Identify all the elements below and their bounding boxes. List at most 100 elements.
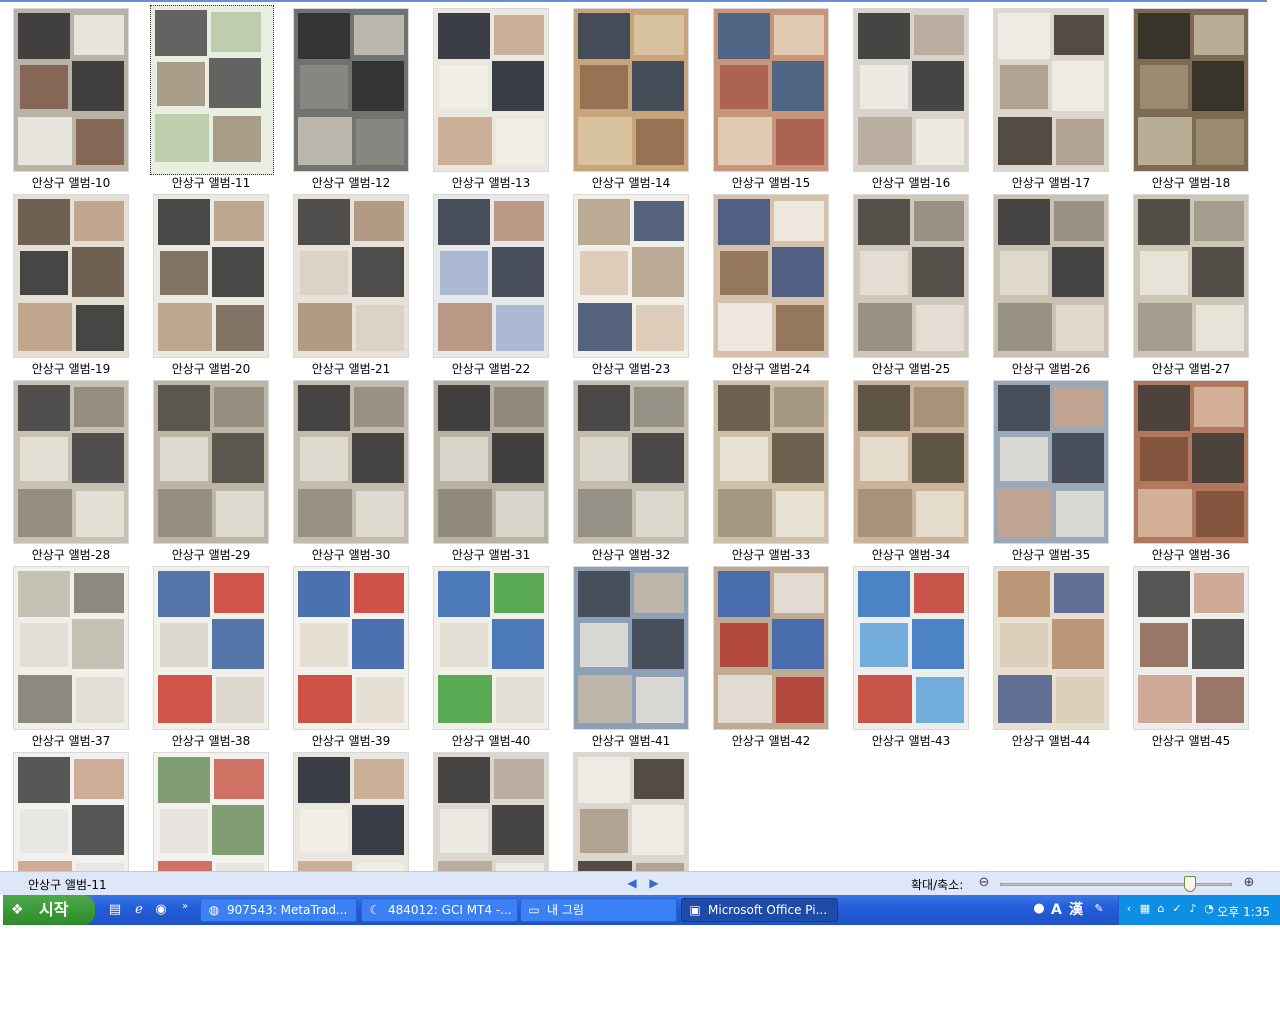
next-arrow-icon[interactable]: ▶: [647, 876, 661, 890]
thumbnail-item[interactable]: 안상구 앨범-24: [701, 190, 841, 376]
zoom-in-icon[interactable]: ⊕: [1241, 875, 1257, 891]
tray-utility-icon[interactable]: ✓: [1171, 903, 1183, 915]
thumbnail-image[interactable]: [293, 194, 409, 358]
thumbnail-image[interactable]: [13, 8, 129, 172]
thumbnail-item[interactable]: [141, 748, 281, 871]
thumbnail-item[interactable]: 안상구 앨범-13: [421, 4, 561, 190]
explorer-icon[interactable]: ▤: [107, 902, 123, 918]
thumbnail-image[interactable]: [293, 380, 409, 544]
thumbnail-image[interactable]: [1133, 566, 1249, 730]
thumbnail-image[interactable]: [433, 194, 549, 358]
thumbnail-image[interactable]: [293, 752, 409, 871]
zoom-slider[interactable]: [1000, 883, 1232, 886]
thumbnail-image[interactable]: [853, 380, 969, 544]
thumbnail-image[interactable]: [713, 8, 829, 172]
thumbnail-item[interactable]: 안상구 앨범-42: [701, 562, 841, 748]
thumbnail-item[interactable]: 안상구 앨범-20: [141, 190, 281, 376]
thumbnail-item[interactable]: 안상구 앨범-18: [1121, 4, 1261, 190]
thumbnail-image[interactable]: [293, 566, 409, 730]
thumbnail-image[interactable]: [433, 752, 549, 871]
internet-explorer-icon[interactable]: ℯ: [131, 902, 147, 918]
thumbnail-item[interactable]: 안상구 앨범-39: [281, 562, 421, 748]
thumbnail-image[interactable]: [853, 8, 969, 172]
thumbnail-item[interactable]: 안상구 앨범-43: [841, 562, 981, 748]
thumbnail-item[interactable]: 안상구 앨범-14: [561, 4, 701, 190]
thumbnail-image[interactable]: [153, 566, 269, 730]
ime-mode-a[interactable]: A: [1051, 901, 1062, 919]
thumbnail-image[interactable]: [993, 194, 1109, 358]
thumbnail-item[interactable]: 안상구 앨범-40: [421, 562, 561, 748]
network-icon[interactable]: ⌂: [1155, 903, 1167, 915]
thumbnail-item[interactable]: 안상구 앨범-21: [281, 190, 421, 376]
thumbnail-image[interactable]: [433, 8, 549, 172]
thumbnail-image[interactable]: [433, 566, 549, 730]
tray-status-icon[interactable]: ◔: [1203, 903, 1215, 915]
ime-language-icon[interactable]: ●: [1033, 902, 1045, 915]
thumbnail-item[interactable]: 안상구 앨범-45: [1121, 562, 1261, 748]
thumbnail-item[interactable]: 안상구 앨범-37: [1, 562, 141, 748]
thumbnail-image[interactable]: [153, 380, 269, 544]
thumbnail-image[interactable]: [853, 566, 969, 730]
thumbnail-image[interactable]: [153, 752, 269, 871]
thumbnail-item[interactable]: 안상구 앨범-17: [981, 4, 1121, 190]
task-button-metatrader[interactable]: ◍ 907543: MetaTrad...: [200, 898, 357, 922]
chevron-right-icon[interactable]: »: [177, 899, 193, 915]
thumbnail-image[interactable]: [13, 194, 129, 358]
thumbnail-image[interactable]: [573, 8, 689, 172]
thumbnail-image[interactable]: [293, 8, 409, 172]
thumbnail-image[interactable]: [150, 5, 274, 175]
thumbnail-image[interactable]: [713, 566, 829, 730]
thumbnail-item[interactable]: [281, 748, 421, 871]
thumbnail-item[interactable]: 안상구 앨범-36: [1121, 376, 1261, 562]
volume-icon[interactable]: ♪: [1187, 903, 1199, 915]
thumbnail-item[interactable]: 안상구 앨범-32: [561, 376, 701, 562]
zoom-out-icon[interactable]: ⊖: [976, 875, 992, 891]
thumbnail-item[interactable]: [561, 748, 701, 871]
thumbnail-item[interactable]: 안상구 앨범-34: [841, 376, 981, 562]
thumbnail-image[interactable]: [13, 380, 129, 544]
thumbnail-image[interactable]: [433, 380, 549, 544]
thumbnail-image[interactable]: [573, 566, 689, 730]
task-button-my-pictures[interactable]: ▭ 내 그림: [520, 898, 677, 922]
thumbnail-item[interactable]: 안상구 앨범-15: [701, 4, 841, 190]
thumbnail-item[interactable]: 안상구 앨범-33: [701, 376, 841, 562]
thumbnail-image[interactable]: [153, 194, 269, 358]
thumbnail-item[interactable]: 안상구 앨범-26: [981, 190, 1121, 376]
thumbnail-image[interactable]: [853, 194, 969, 358]
thumbnail-item[interactable]: 안상구 앨범-16: [841, 4, 981, 190]
thumbnail-image[interactable]: [573, 752, 689, 871]
task-button-picture-manager[interactable]: ▣ Microsoft Office Pi...: [681, 898, 838, 922]
thumbnail-item[interactable]: 안상구 앨범-29: [141, 376, 281, 562]
thumbnail-image[interactable]: [13, 752, 129, 871]
thumbnail-image[interactable]: [1133, 8, 1249, 172]
start-button[interactable]: ❖ 시작: [3, 895, 95, 925]
thumbnail-image[interactable]: [13, 566, 129, 730]
thumbnail-item[interactable]: 안상구 앨범-31: [421, 376, 561, 562]
ime-tools-icon[interactable]: ✎: [1093, 903, 1105, 915]
show-hidden-icons-icon[interactable]: ‹: [1123, 903, 1135, 915]
thumbnail-image[interactable]: [1133, 194, 1249, 358]
quicklaunch-app-icon[interactable]: ◉: [153, 902, 169, 918]
thumbnail-item[interactable]: 안상구 앨범-11: [141, 4, 281, 190]
thumbnail-item[interactable]: 안상구 앨범-27: [1121, 190, 1261, 376]
thumbnail-item[interactable]: 안상구 앨범-41: [561, 562, 701, 748]
thumbnail-image[interactable]: [573, 380, 689, 544]
thumbnail-item[interactable]: 안상구 앨범-12: [281, 4, 421, 190]
thumbnail-item[interactable]: 안상구 앨범-25: [841, 190, 981, 376]
zoom-slider-handle[interactable]: [1184, 876, 1197, 892]
thumbnail-image[interactable]: [573, 194, 689, 358]
thumbnail-image[interactable]: [993, 8, 1109, 172]
thumbnail-item[interactable]: [1, 748, 141, 871]
task-button-gci-mt4[interactable]: ☾ 484012: GCI MT4 -...: [361, 898, 518, 922]
thumbnail-item[interactable]: 안상구 앨범-28: [1, 376, 141, 562]
previous-arrow-icon[interactable]: ◀: [625, 876, 639, 890]
thumbnail-image[interactable]: [993, 380, 1109, 544]
thumbnail-item[interactable]: 안상구 앨범-23: [561, 190, 701, 376]
ime-hanja[interactable]: 漢: [1069, 901, 1083, 919]
thumbnail-item[interactable]: 안상구 앨범-44: [981, 562, 1121, 748]
thumbnail-item[interactable]: 안상구 앨범-30: [281, 376, 421, 562]
tray-app-icon[interactable]: ▦: [1139, 903, 1151, 915]
thumbnail-image[interactable]: [713, 380, 829, 544]
thumbnail-item[interactable]: 안상구 앨범-38: [141, 562, 281, 748]
thumbnail-image[interactable]: [713, 194, 829, 358]
